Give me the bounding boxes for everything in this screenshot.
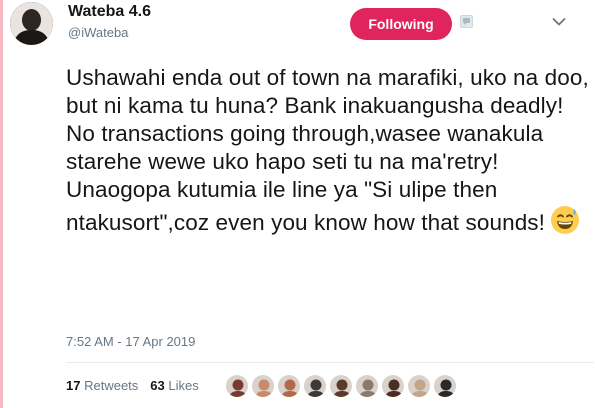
- user-handle[interactable]: @iWateba: [68, 25, 128, 40]
- liker-avatars: [225, 374, 457, 398]
- likes-count: 63: [150, 378, 165, 393]
- likes-label: Likes: [168, 378, 199, 393]
- tweet-card: Wateba 4.6 @iWateba Following Ushawahi e…: [0, 0, 595, 408]
- liker-avatar[interactable]: [329, 374, 353, 398]
- liker-avatar[interactable]: [381, 374, 405, 398]
- liker-avatar[interactable]: [407, 374, 431, 398]
- tweet-stats: 17 Retweets 63 Likes: [66, 378, 199, 393]
- liker-avatar[interactable]: [303, 374, 327, 398]
- following-button[interactable]: Following: [350, 8, 452, 40]
- liker-avatar[interactable]: [277, 374, 301, 398]
- display-name[interactable]: Wateba 4.6: [68, 3, 151, 21]
- liker-avatar[interactable]: [355, 374, 379, 398]
- avatar[interactable]: [10, 2, 53, 45]
- retweets-label: Retweets: [84, 378, 139, 393]
- translate-icon[interactable]: [460, 15, 473, 28]
- grinning-sweat-emoji-icon: [549, 204, 581, 236]
- chevron-down-icon[interactable]: [552, 14, 566, 26]
- tweet-timestamp[interactable]: 7:52 AM - 17 Apr 2019: [66, 334, 195, 349]
- liker-avatar[interactable]: [251, 374, 275, 398]
- retweets-count: 17: [66, 378, 81, 393]
- liker-avatar[interactable]: [225, 374, 249, 398]
- retweets-stat[interactable]: 17 Retweets: [66, 378, 138, 393]
- likes-stat[interactable]: 63 Likes: [150, 378, 198, 393]
- tweet-body: Ushawahi enda out of town na marafiki, u…: [66, 65, 589, 235]
- divider: [66, 362, 594, 363]
- tweet-text: Ushawahi enda out of town na marafiki, u…: [66, 64, 594, 237]
- liker-avatar[interactable]: [433, 374, 457, 398]
